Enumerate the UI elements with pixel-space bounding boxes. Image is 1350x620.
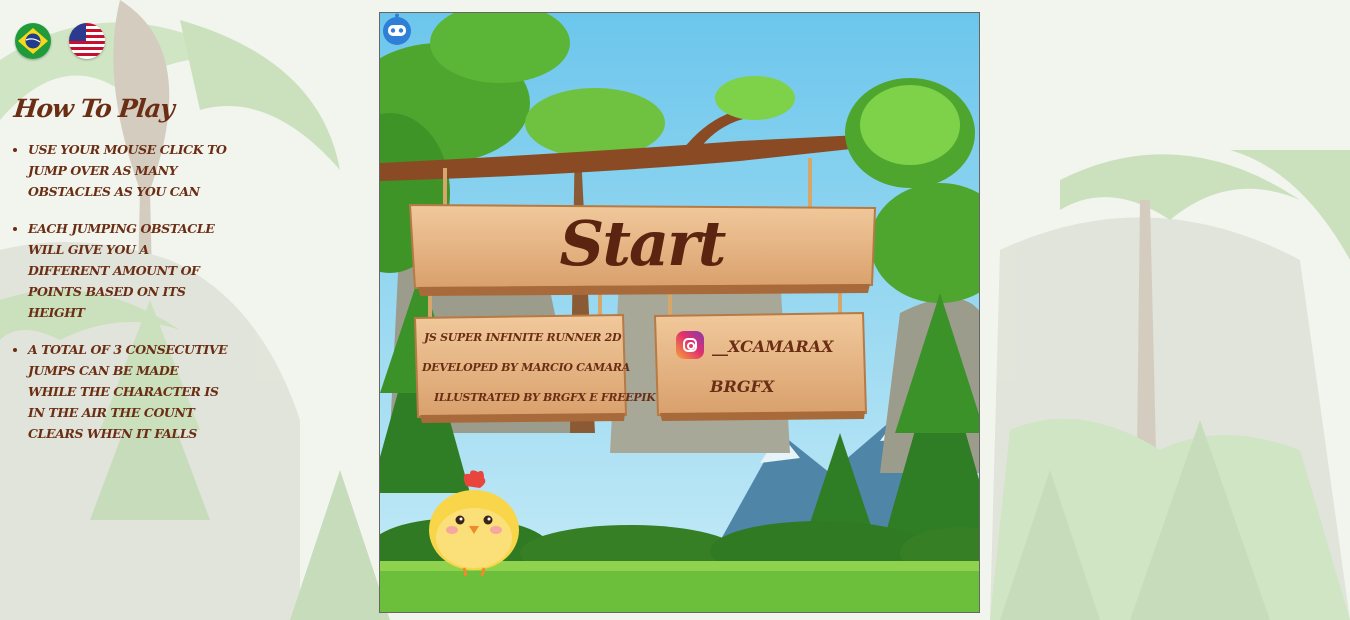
illustrator-credit: Illustrated by brgfx e freepik <box>434 391 656 404</box>
how-to-play-title: How To Play <box>12 94 176 123</box>
instruction-item: A total of 3 consecutive jumps can be ma… <box>28 339 229 444</box>
usa-flag-icon[interactable] <box>69 23 105 59</box>
instruction-item: Use your mouse click to jump over as man… <box>28 139 229 202</box>
game-canvas[interactable]: Start JS Super Infinite Runner 2D Develo… <box>379 12 980 613</box>
brazil-flag-icon[interactable] <box>15 23 51 59</box>
instructions-list: Use your mouse click to jump over as man… <box>14 139 229 444</box>
instagram-icon[interactable] <box>676 331 704 359</box>
how-to-play-panel: How To Play Use your mouse click to jump… <box>12 94 229 460</box>
developer-credit: Developed by Marcio Camara <box>422 361 631 374</box>
game-title-text: JS Super Infinite Runner 2D <box>424 331 622 344</box>
robot-icon[interactable] <box>380 13 414 47</box>
instagram-handle-link[interactable]: __xcamarax <box>712 337 834 356</box>
start-button[interactable]: Start <box>412 198 872 288</box>
instruction-item: Each jumping obstacle will give you a di… <box>28 218 229 323</box>
chick-character <box>429 470 519 577</box>
brgfx-link[interactable]: BRGFX <box>710 377 774 396</box>
language-switcher <box>15 23 105 59</box>
